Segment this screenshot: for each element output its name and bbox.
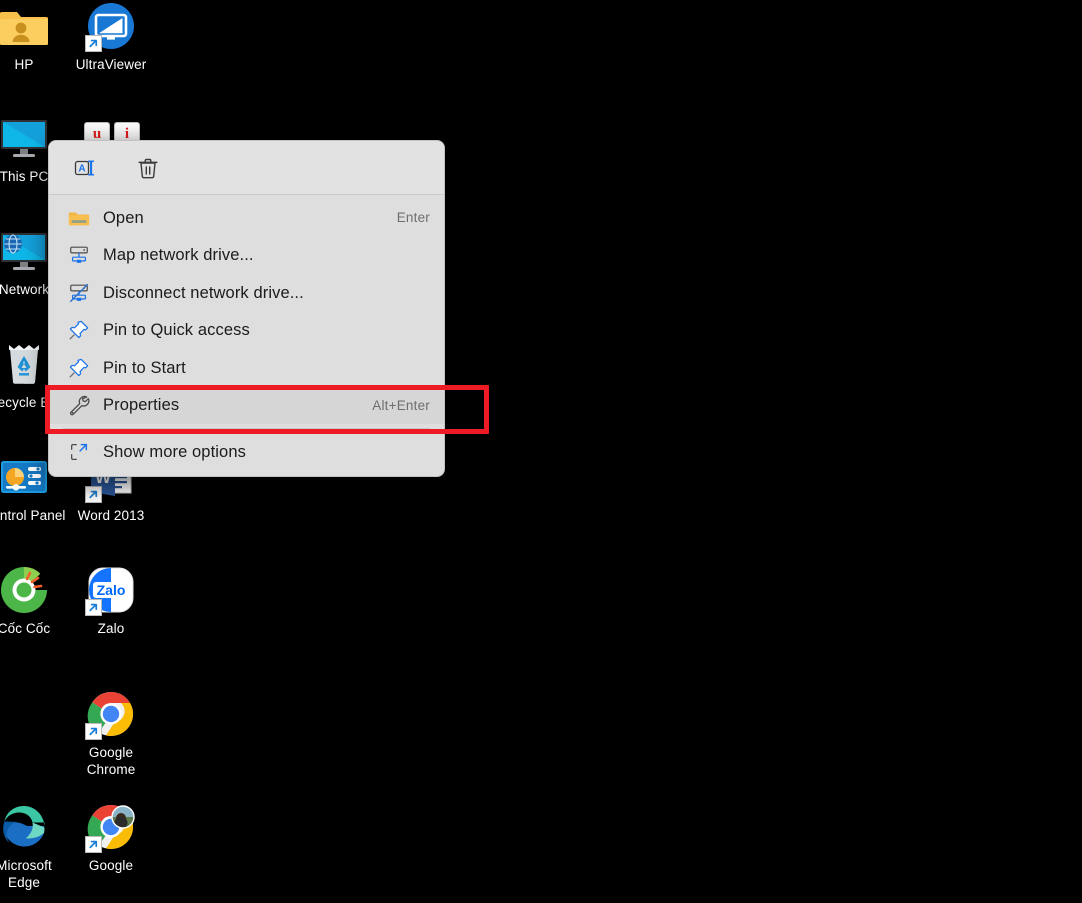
rename-button[interactable]: A [67, 151, 101, 185]
menu-item-shortcut: Enter [397, 210, 430, 225]
shortcut-arrow-icon [85, 486, 102, 503]
menu-item-label: Disconnect network drive... [103, 283, 304, 303]
wrench-icon [67, 393, 91, 417]
pin-icon [67, 356, 91, 380]
desktop-icon-coc-coc[interactable]: Cốc Cốc [0, 566, 70, 637]
network-globe-icon [0, 227, 48, 275]
folder-user-icon [0, 2, 48, 50]
desktop-icon-zalo[interactable]: Zalo Zalo [65, 566, 157, 637]
desktop-icon-microsoft-edge[interactable]: Microsoft Edge [0, 803, 70, 891]
disconnect-drive-icon [67, 281, 91, 305]
desktop-icon-label: Microsoft Edge [0, 857, 52, 891]
desktop-icon-label: HP [15, 56, 34, 73]
recycle-bin-icon [0, 340, 48, 388]
desktop-icon-label: Control Panel [0, 507, 66, 524]
menu-item-disconnect-network-drive[interactable]: Disconnect network drive... [49, 274, 444, 312]
edge-icon [0, 803, 48, 851]
control-panel-icon [0, 453, 48, 501]
desktop: HP UltraViewer This PC Network [0, 0, 1082, 903]
chrome-icon [87, 690, 135, 738]
shortcut-arrow-icon [85, 723, 102, 740]
monitor-icon [0, 114, 48, 162]
menu-item-shortcut: Alt+Enter [372, 398, 430, 413]
menu-item-pin-to-quick-access[interactable]: Pin to Quick access [49, 312, 444, 350]
desktop-icon-label: Google [89, 857, 133, 874]
menu-item-label: Show more options [103, 442, 246, 462]
svg-text:A: A [78, 163, 85, 174]
chrome-profile-icon [87, 803, 135, 851]
context-menu: A [48, 140, 445, 477]
menu-item-pin-to-start[interactable]: Pin to Start [49, 349, 444, 387]
zalo-icon: Zalo [87, 566, 135, 614]
menu-item-label: Map network drive... [103, 245, 254, 265]
menu-item-show-more-options[interactable]: Show more options [49, 433, 444, 471]
desktop-icon-label: Word 2013 [78, 507, 145, 524]
desktop-icon-label: Google Chrome [87, 744, 136, 778]
context-menu-items: Open Enter Map network drive... Disconnec… [49, 195, 444, 476]
desktop-icon-label: Network [0, 281, 49, 298]
delete-button[interactable] [131, 151, 165, 185]
shortcut-arrow-icon [85, 599, 102, 616]
pin-icon [67, 318, 91, 342]
desktop-icon-google-chrome[interactable]: Google Chrome [65, 690, 157, 778]
rename-icon: A [72, 156, 96, 180]
menu-item-label: Properties [103, 395, 179, 415]
ultraviewer-icon [87, 2, 135, 50]
svg-text:Zalo: Zalo [97, 582, 126, 598]
coccoc-icon [0, 566, 48, 614]
context-menu-toolbar: A [49, 141, 444, 195]
desktop-icon-google-profile[interactable]: Google [65, 803, 157, 874]
trash-icon [136, 156, 160, 180]
desktop-icon-ultraviewer[interactable]: UltraViewer [65, 2, 157, 73]
menu-item-properties[interactable]: Properties Alt+Enter [49, 387, 444, 425]
desktop-icon-label: This PC [0, 168, 48, 185]
menu-item-label: Pin to Quick access [103, 320, 250, 340]
menu-item-label: Open [103, 208, 144, 228]
desktop-icon-label: UltraViewer [76, 56, 147, 73]
shortcut-arrow-icon [85, 35, 102, 52]
desktop-icon-label: Zalo [98, 620, 125, 637]
menu-separator [63, 428, 430, 429]
desktop-icon-hp-folder[interactable]: HP [0, 2, 70, 73]
desktop-icon-label: Cốc Cốc [0, 620, 50, 637]
map-drive-icon [67, 243, 91, 267]
menu-item-map-network-drive[interactable]: Map network drive... [49, 237, 444, 275]
folder-icon [67, 206, 91, 230]
menu-item-open[interactable]: Open Enter [49, 199, 444, 237]
expand-icon [67, 440, 91, 464]
menu-item-label: Pin to Start [103, 358, 186, 378]
shortcut-arrow-icon [85, 836, 102, 853]
